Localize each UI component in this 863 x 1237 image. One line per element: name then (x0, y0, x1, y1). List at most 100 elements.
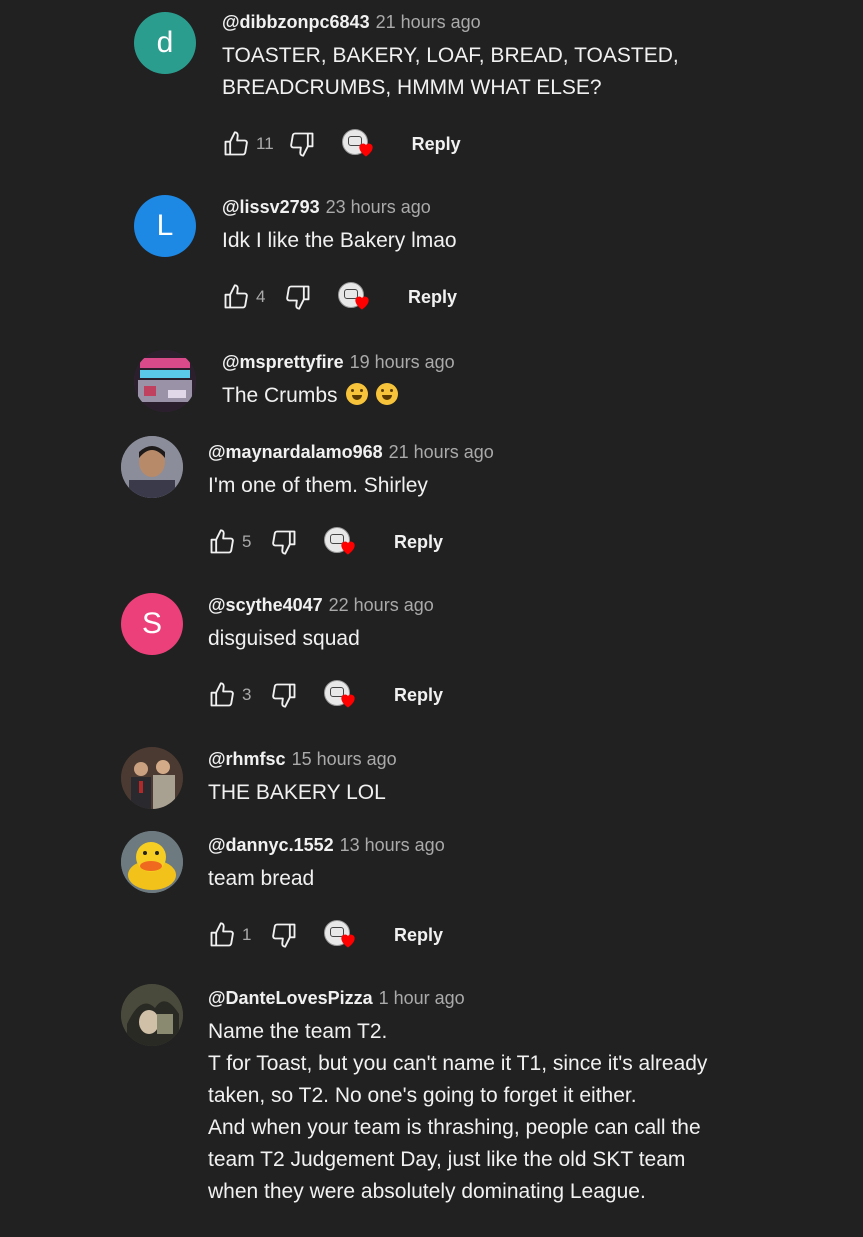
dislike-button[interactable] (284, 283, 312, 311)
comment-line-text: The Crumbs (222, 384, 338, 407)
creator-heart (324, 918, 358, 952)
thumbs-up-icon (210, 922, 234, 947)
like-button[interactable] (208, 921, 236, 949)
reply-button[interactable]: Reply (394, 532, 443, 553)
comment-time[interactable]: 23 hours ago (326, 197, 431, 217)
comment-line: BREADCRUMBS, HMMM WHAT ELSE? (222, 76, 602, 99)
dislike-button[interactable] (270, 681, 298, 709)
creator-heart (324, 678, 358, 712)
comment-line: disguised squad (208, 627, 360, 650)
comment-line: I'm one of them. Shirley (208, 474, 428, 497)
like-button[interactable] (222, 130, 250, 158)
creator-heart (338, 280, 372, 314)
comment-actions: 3 Reply (208, 675, 843, 715)
comment-line: team bread (208, 867, 315, 890)
photo-avatar-icon (121, 436, 183, 498)
comment-time[interactable]: 21 hours ago (376, 12, 481, 32)
like-button[interactable] (208, 528, 236, 556)
comment-time[interactable]: 15 hours ago (292, 749, 397, 769)
comment-author[interactable]: @lissv2793 (222, 197, 320, 217)
photo-avatar-icon (121, 747, 183, 809)
avatar-letter: S (141, 607, 162, 640)
thumbs-down-icon (272, 683, 296, 708)
dislike-button[interactable] (270, 528, 298, 556)
thumbs-down-icon (289, 132, 314, 157)
comment-line: THE BAKERY LOL (208, 781, 386, 804)
comment-time[interactable]: 19 hours ago (350, 352, 455, 372)
comment-author[interactable]: @rhmfsc (208, 749, 286, 769)
heart-icon (341, 934, 355, 948)
comment-line: Idk I like the Bakery lmao (222, 229, 457, 252)
comment-actions: 1 Reply (208, 915, 843, 955)
comment-author[interactable]: @maynardalamo968 (208, 442, 383, 462)
reply-button[interactable]: Reply (394, 685, 443, 706)
avatar[interactable] (121, 747, 183, 809)
like-button[interactable] (222, 283, 250, 311)
avatar[interactable] (134, 350, 196, 412)
comment-text: I'm one of them. Shirley (208, 470, 843, 502)
reply-button[interactable]: Reply (408, 287, 457, 308)
comment-line: T for Toast, but you can't name it T1, s… (208, 1052, 708, 1075)
comment-time[interactable]: 21 hours ago (389, 442, 494, 462)
thumbs-down-icon (272, 923, 296, 948)
comment-author[interactable]: @dibbzonpc6843 (222, 12, 370, 32)
comment-author[interactable]: @dannyc.1552 (208, 835, 334, 855)
comment-line: Name the team T2. (208, 1020, 388, 1043)
comment-line: when they were absolutely dominating Lea… (208, 1180, 646, 1203)
thumbs-up-icon (210, 529, 234, 554)
avatar[interactable] (121, 984, 183, 1046)
dislike-button[interactable] (270, 921, 298, 949)
comment-actions: 4 Reply (222, 277, 843, 317)
comment-time[interactable]: 1 hour ago (379, 988, 465, 1008)
avatar[interactable] (121, 436, 183, 498)
thumbs-up-icon (224, 284, 248, 309)
like-count: 3 (242, 685, 252, 704)
duck-avatar-icon (121, 831, 183, 893)
like-count: 11 (256, 134, 274, 153)
thumbs-up-icon (210, 682, 234, 707)
comment-actions: 11 Reply (222, 124, 843, 164)
tears-of-joy-emoji-icon (375, 383, 398, 405)
comment-text: disguised squad (208, 623, 843, 655)
comment-line: The Crumbs (222, 380, 843, 412)
thumbs-down-icon (272, 530, 296, 555)
avatar[interactable]: L (134, 195, 196, 257)
avatar[interactable]: d (134, 12, 196, 74)
avatar[interactable] (121, 831, 183, 893)
dislike-button[interactable] (288, 130, 316, 158)
thumbs-down-icon (286, 285, 310, 310)
comment-text: team bread (208, 863, 843, 895)
comment-text: The Crumbs (222, 380, 843, 412)
heart-icon (341, 541, 355, 555)
image-avatar-icon (134, 350, 196, 412)
avatar-letter: L (156, 209, 174, 242)
like-button[interactable] (208, 681, 236, 709)
comment-line: And when your team is thrashing, people … (208, 1116, 701, 1139)
creator-heart (324, 525, 358, 559)
creator-heart (341, 127, 376, 161)
comment-text: Name the team T2. T for Toast, but you c… (208, 1016, 843, 1208)
like-count: 1 (242, 925, 252, 944)
thumbs-up-icon (224, 131, 248, 156)
comment-author[interactable]: @DanteLovesPizza (208, 988, 373, 1008)
comment-actions: 5 Reply (208, 522, 843, 562)
like-count: 4 (256, 287, 266, 306)
heart-icon (358, 143, 373, 157)
comment-line: TOASTER, BAKERY, LOAF, BREAD, TOASTED, (222, 44, 679, 67)
avatar[interactable]: S (121, 593, 183, 655)
comment-line: taken, so T2. No one's going to forget i… (208, 1084, 637, 1107)
heart-icon (355, 296, 369, 310)
comment-author[interactable]: @scythe4047 (208, 595, 323, 615)
heart-icon (341, 694, 355, 708)
photo-avatar-icon (121, 984, 183, 1046)
reply-button[interactable]: Reply (412, 134, 461, 155)
avatar-letter: d (156, 26, 174, 59)
grinning-sweat-emoji-icon (345, 383, 368, 405)
comment-author[interactable]: @msprettyfire (222, 352, 344, 372)
comment-time[interactable]: 13 hours ago (340, 835, 445, 855)
comment-time[interactable]: 22 hours ago (329, 595, 434, 615)
comment-text: TOASTER, BAKERY, LOAF, BREAD, TOASTED, B… (222, 40, 843, 104)
comment-text: THE BAKERY LOL (208, 777, 843, 809)
comment-text: Idk I like the Bakery lmao (222, 225, 843, 257)
reply-button[interactable]: Reply (394, 925, 443, 946)
